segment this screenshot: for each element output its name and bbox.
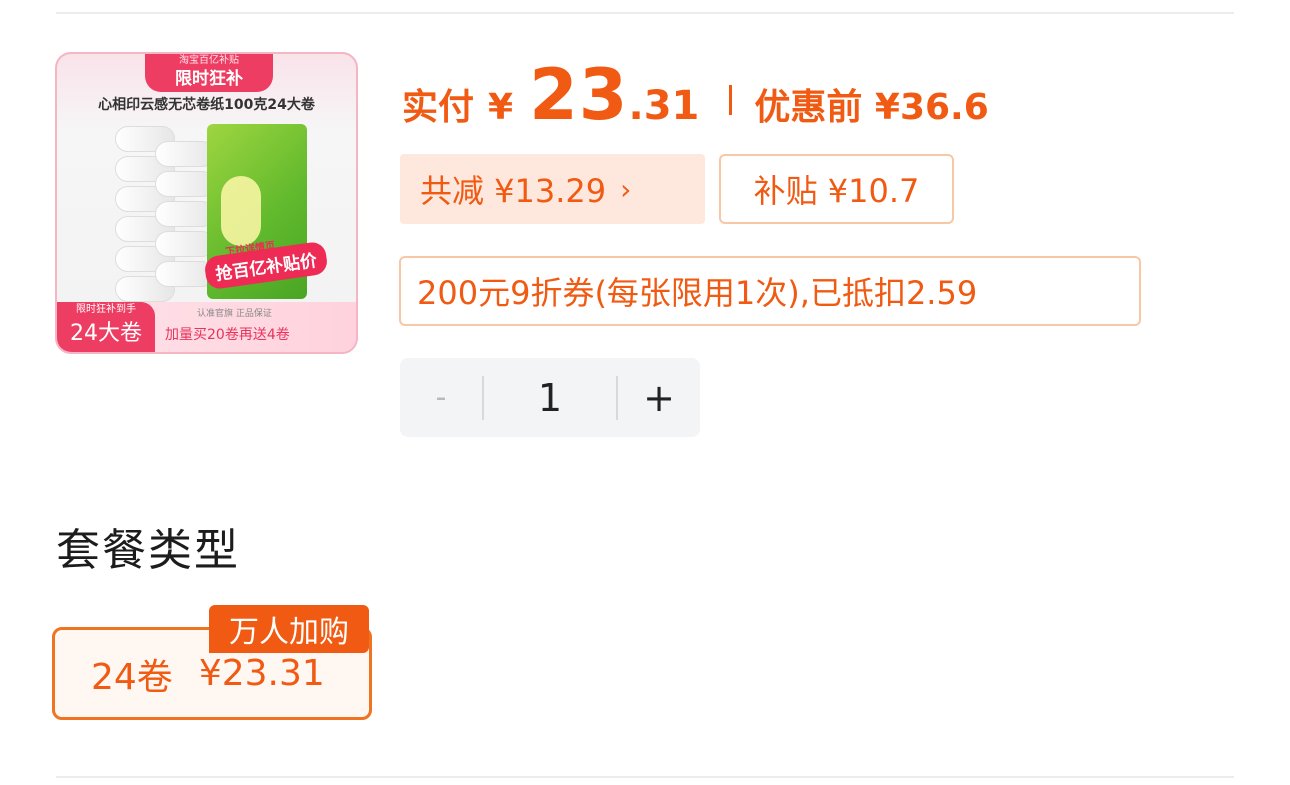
thumbnail-banner-big: 限时狂补 [175,69,243,89]
thumbnail-corner-small: 限时狂补到手 [76,304,136,315]
subsidy-chip: 补贴 ¥10.7 [719,154,954,224]
top-divider [56,12,1234,14]
coupon-label: 200元9折券(每张限用1次),已抵扣2.59 [417,274,978,312]
increment-button[interactable]: + [618,376,700,420]
currency-symbol: ¥ [488,87,514,128]
price-integer: 23 [529,54,629,136]
price-decimal: .31 [628,83,700,129]
quantity-stepper: - 1 + [400,358,700,437]
thumbnail-banner: 淘宝百亿补贴 限时狂补 [145,54,273,92]
chevron-right-icon: › [620,172,632,206]
thumbnail-corner-badge: 限时狂补到手 24大卷 [57,302,155,352]
price-row: 实付 ¥ 23 .31 优惠前 ¥36.6 [402,54,989,136]
thumbnail-bottom-small: 认准官旗 正品保证 [197,309,272,319]
popular-badge: 万人加购 [209,605,369,653]
actual-pay-label: 实付 [402,87,475,128]
package-type-title: 套餐类型 [56,525,240,576]
subsidy-label: 补贴 ¥10.7 [753,172,920,210]
total-reduction-chip[interactable]: 共减 ¥13.29 › [400,154,705,224]
product-thumbnail[interactable]: 淘宝百亿补贴 限时狂补 心相印云感无芯卷纸100克24大卷 下拉详情页 抢百亿补… [55,52,358,354]
original-price: 优惠前 ¥36.6 [754,87,989,128]
toilet-roll-stack-image [115,126,215,316]
package-option-price: ¥23.31 [198,653,325,694]
bottom-divider [56,776,1234,778]
thumbnail-banner-small: 淘宝百亿补贴 [179,55,239,66]
decrement-button[interactable]: - [400,380,482,415]
thumbnail-bottom-text: 加量买20卷再送4卷 [165,327,290,343]
quantity-input[interactable]: 1 [484,376,616,420]
thumbnail-corner-big: 24大卷 [70,321,142,346]
coupon-chip: 200元9折券(每张限用1次),已抵扣2.59 [399,256,1141,326]
package-option-size: 24卷 [91,656,173,698]
thumbnail-product-title: 心相印云感无芯卷纸100克24大卷 [98,97,315,113]
price-separator [729,85,733,115]
total-reduction-label: 共减 ¥13.29 [420,172,607,210]
